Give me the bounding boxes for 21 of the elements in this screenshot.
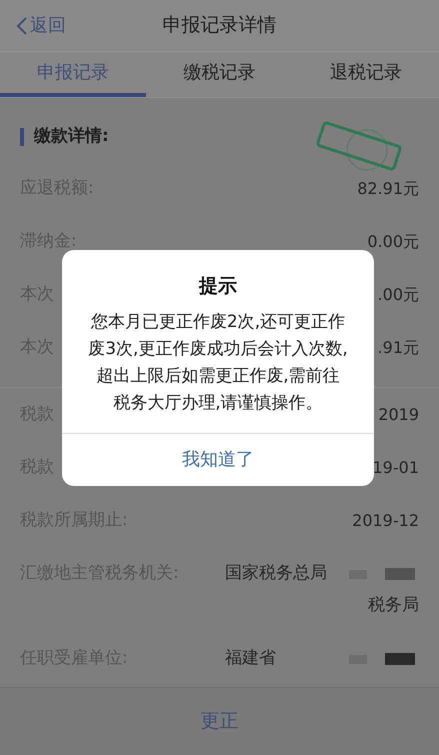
section-title: 缴款详情:: [34, 125, 109, 148]
dialog-title: 提示: [199, 274, 237, 299]
field-value: .91元: [378, 336, 419, 358]
field-value: .00元: [378, 284, 419, 306]
field-value: 82.91元: [357, 178, 419, 200]
field-value: 19-01: [372, 456, 419, 478]
dialog-message: 您本月已更正作废2次,还可更正作废3次,更正作废成功后会计入次数,超出上限后如需更正作废,需前往税务大厅办理,请谨慎操作。: [87, 310, 349, 414]
field-value: 国家税务总局: [225, 562, 327, 585]
tab[interactable]: 申报记录: [0, 52, 146, 97]
tab[interactable]: 退税记录: [292, 52, 439, 97]
field-value: 2019-12: [352, 510, 419, 532]
field-value: 税务局: [368, 594, 419, 616]
field-value: 福建省: [225, 647, 276, 670]
section-marker: [20, 128, 24, 146]
page-title: 申报记录详情: [162, 13, 276, 38]
back-button[interactable]: 返回: [16, 12, 66, 39]
field-value: 2019: [378, 404, 419, 426]
tab[interactable]: 缴税记录: [146, 52, 293, 97]
back-chevron-icon: [16, 16, 28, 36]
field-value: 0.00元: [367, 230, 419, 252]
dialog-button[interactable]: 我知道了: [62, 434, 374, 486]
